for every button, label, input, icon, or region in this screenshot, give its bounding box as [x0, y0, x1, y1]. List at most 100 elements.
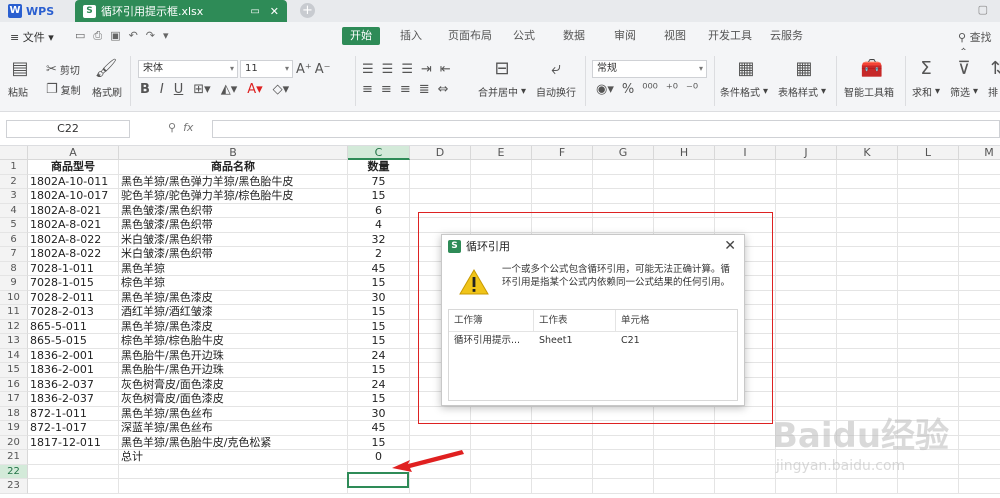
- copy-button[interactable]: ❐ 复制: [46, 82, 81, 97]
- cell-d3[interactable]: [410, 189, 471, 204]
- row-header-17[interactable]: 17: [0, 392, 28, 407]
- tab-view[interactable]: 视图: [656, 27, 694, 45]
- column-header-m[interactable]: M: [959, 146, 1000, 160]
- font-size-adjust[interactable]: A⁺ A⁻: [296, 62, 331, 77]
- cell-a1[interactable]: 商品型号: [28, 160, 119, 175]
- cell-k4[interactable]: [837, 203, 898, 218]
- cell-a7[interactable]: 1802A-8-022: [28, 247, 119, 262]
- cell-k3[interactable]: [837, 189, 898, 204]
- cell-b13[interactable]: 棕色羊猄/棕色胎牛皮: [119, 334, 348, 349]
- cell-a13[interactable]: 865-5-015: [28, 334, 119, 349]
- cell-a21[interactable]: [28, 450, 119, 465]
- bold-icon[interactable]: B: [140, 82, 150, 97]
- row-header-1[interactable]: 1: [0, 160, 28, 175]
- fill-color-icon[interactable]: ◭▾: [221, 82, 238, 97]
- cell-b5[interactable]: 黑色皱漆/黑色织带: [119, 218, 348, 233]
- cell-l6[interactable]: [898, 232, 959, 247]
- formula-input[interactable]: [212, 120, 1000, 138]
- cell-g1[interactable]: [593, 160, 654, 175]
- cell-j16[interactable]: [776, 377, 837, 392]
- column-header-c[interactable]: C: [348, 146, 410, 160]
- row-header-10[interactable]: 10: [0, 290, 28, 305]
- cell-j9[interactable]: [776, 276, 837, 291]
- row-header-14[interactable]: 14: [0, 348, 28, 363]
- name-box[interactable]: C22: [6, 120, 130, 138]
- align-top-icon[interactable]: ☰: [362, 62, 374, 77]
- cell-c16[interactable]: 24: [348, 377, 410, 392]
- monitor-icon[interactable]: ▭: [250, 6, 259, 17]
- table-style-button[interactable]: 表格样式 ▾: [778, 84, 826, 99]
- cell-l13[interactable]: [898, 334, 959, 349]
- cell-j4[interactable]: [776, 203, 837, 218]
- cell-b14[interactable]: 黑色胎牛/黑色开边珠: [119, 348, 348, 363]
- cell-a5[interactable]: 1802A-8-021: [28, 218, 119, 233]
- cell-c14[interactable]: 24: [348, 348, 410, 363]
- cell-d1[interactable]: [410, 160, 471, 175]
- cell-k5[interactable]: [837, 218, 898, 233]
- italic-icon[interactable]: I: [160, 82, 164, 97]
- cell-c18[interactable]: 30: [348, 406, 410, 421]
- cell-c13[interactable]: 15: [348, 334, 410, 349]
- cell-a14[interactable]: 1836-2-001: [28, 348, 119, 363]
- row-header-15[interactable]: 15: [0, 363, 28, 378]
- cell-c2[interactable]: 75: [348, 174, 410, 189]
- row-header-23[interactable]: 23: [0, 479, 28, 494]
- border-icon[interactable]: ⊞▾: [193, 82, 210, 97]
- cell-a4[interactable]: 1802A-8-021: [28, 203, 119, 218]
- cell-b11[interactable]: 酒红羊猄/酒红皱漆: [119, 305, 348, 320]
- table-row-workbook[interactable]: 循环引用提示...: [449, 332, 534, 350]
- cell-l16[interactable]: [898, 377, 959, 392]
- cell-g20[interactable]: [593, 435, 654, 450]
- row-header-9[interactable]: 9: [0, 276, 28, 291]
- cell-k14[interactable]: [837, 348, 898, 363]
- tab-page-layout[interactable]: 页面布局: [440, 27, 500, 45]
- paste-button[interactable]: 粘贴: [8, 84, 28, 99]
- sort-icon[interactable]: ⇅: [986, 58, 1000, 80]
- select-all-corner[interactable]: [0, 146, 28, 160]
- cell-a15[interactable]: 1836-2-001: [28, 363, 119, 378]
- row-header-13[interactable]: 13: [0, 334, 28, 349]
- cell-a9[interactable]: 7028-1-015: [28, 276, 119, 291]
- cell-l11[interactable]: [898, 305, 959, 320]
- row-header-3[interactable]: 3: [0, 189, 28, 204]
- cell-c4[interactable]: 6: [348, 203, 410, 218]
- cell-i20[interactable]: [715, 435, 776, 450]
- cell-l2[interactable]: [898, 174, 959, 189]
- table-style-icon[interactable]: ▦: [792, 58, 816, 80]
- cell-g22[interactable]: [593, 464, 654, 479]
- cell-j1[interactable]: [776, 160, 837, 175]
- paste-icon[interactable]: ▤: [8, 58, 32, 80]
- cell-a8[interactable]: 7028-1-011: [28, 261, 119, 276]
- cell-a23[interactable]: [28, 479, 119, 494]
- column-header-l[interactable]: L: [898, 146, 959, 160]
- cell-m8[interactable]: [959, 262, 1000, 276]
- justify-icon[interactable]: ≣: [419, 82, 430, 97]
- cell-j6[interactable]: [776, 232, 837, 247]
- font-name-select[interactable]: 宋体 ▾: [138, 60, 238, 78]
- cell-c12[interactable]: 15: [348, 319, 410, 334]
- cell-b3[interactable]: 驼色羊猄/驼色弹力羊猄/棕色胎牛皮: [119, 189, 348, 204]
- cell-g21[interactable]: [593, 450, 654, 465]
- cell-e1[interactable]: [471, 160, 532, 175]
- cell-g2[interactable]: [593, 174, 654, 189]
- cell-b12[interactable]: 黑色羊猄/黑色漆皮: [119, 319, 348, 334]
- cell-j7[interactable]: [776, 247, 837, 262]
- row-header-7[interactable]: 7: [0, 247, 28, 262]
- cell-l3[interactable]: [898, 189, 959, 204]
- wps-logo[interactable]: W WPS: [8, 3, 54, 19]
- cell-a18[interactable]: 872-1-011: [28, 406, 119, 421]
- cell-e21[interactable]: [471, 450, 532, 465]
- cell-m16[interactable]: [959, 378, 1000, 392]
- decrease-decimal-icon[interactable]: ⁻⁰: [686, 82, 698, 97]
- conditional-format-icon[interactable]: ▦: [734, 58, 758, 80]
- row-header-20[interactable]: 20: [0, 435, 28, 450]
- percent-icon[interactable]: %: [622, 82, 634, 97]
- align-bottom-icon[interactable]: ☰: [401, 62, 413, 77]
- tab-formulas[interactable]: 公式: [505, 27, 543, 45]
- cell-c6[interactable]: 32: [348, 232, 410, 247]
- cell-c7[interactable]: 2: [348, 247, 410, 262]
- cell-a3[interactable]: 1802A-10-017: [28, 189, 119, 204]
- row-header-16[interactable]: 16: [0, 377, 28, 392]
- column-header-b[interactable]: B: [119, 146, 348, 160]
- font-color-icon[interactable]: A▾: [247, 82, 262, 97]
